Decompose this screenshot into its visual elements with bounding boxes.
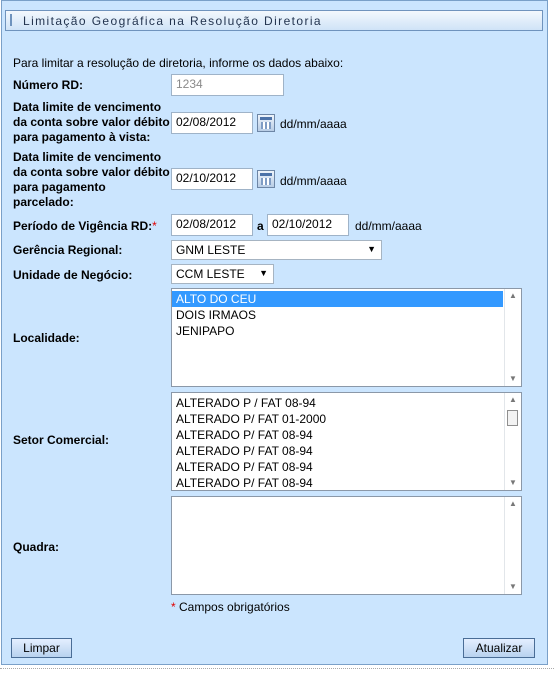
chevron-down-icon: ▼ xyxy=(367,244,376,254)
chevron-down-icon: ▼ xyxy=(259,268,268,278)
scroll-up-icon[interactable]: ▲ xyxy=(505,289,521,303)
scroll-up-icon[interactable]: ▲ xyxy=(505,393,521,407)
bottom-divider xyxy=(0,668,554,669)
atualizar-button[interactable]: Atualizar xyxy=(463,638,535,658)
unidade-label: Unidade de Negócio: xyxy=(13,268,133,282)
data-parcelado-format: dd/mm/aaaa xyxy=(280,174,347,188)
title-bar: Limitação Geográfica na Resolução Direto… xyxy=(5,10,543,31)
list-item[interactable]: ALTERADO P/ FAT 08-94 xyxy=(172,475,521,490)
data-vista-label-line: da conta sobre valor débito xyxy=(13,115,170,129)
list-item[interactable]: JENIPAPO xyxy=(172,323,521,339)
required-note: * Campos obrigatórios xyxy=(171,600,290,614)
list-item[interactable]: ALTO DO CEU xyxy=(172,291,503,307)
data-parcelado-label-line: Data limite de vencimento xyxy=(13,150,162,164)
gerencia-select[interactable]: GNM LESTE ▼ xyxy=(171,240,382,260)
calendar-icon[interactable] xyxy=(257,114,275,132)
list-item[interactable]: ALTERADO P/ FAT 08-94 xyxy=(172,459,521,475)
localidade-label: Localidade: xyxy=(13,331,80,345)
required-mark: * xyxy=(171,600,176,614)
data-parcelado-input[interactable]: 02/10/2012 xyxy=(171,168,253,190)
list-item[interactable]: ALTERADO P/ FAT 08-94 xyxy=(172,443,521,459)
data-vista-label-line: para pagamento à vista: xyxy=(13,130,151,144)
numero-rd-input[interactable]: 1234 xyxy=(171,74,284,96)
page-title: Limitação Geográfica na Resolução Direto… xyxy=(23,14,322,28)
data-vista-label: Data limite de vencimento da conta sobre… xyxy=(13,100,170,145)
gerencia-label: Gerência Regional: xyxy=(13,243,123,257)
localidade-scrollbar[interactable]: ▲ ▼ xyxy=(504,289,521,386)
scroll-down-icon[interactable]: ▼ xyxy=(505,476,521,490)
quadra-scrollbar[interactable]: ▲ ▼ xyxy=(504,497,521,594)
scroll-down-icon[interactable]: ▼ xyxy=(505,580,521,594)
quadra-listbox[interactable]: ▲ ▼ xyxy=(171,496,522,595)
list-item[interactable]: ALTERADO P/ FAT 08-94 xyxy=(172,427,521,443)
data-parcelado-label-line: da conta sobre valor débito xyxy=(13,165,170,179)
data-vista-label-line: Data limite de vencimento xyxy=(13,100,162,114)
list-item[interactable]: ALTERADO P / FAT 08-94 xyxy=(172,395,521,411)
list-item[interactable]: ALTERADO P/ FAT 01-2000 xyxy=(172,411,521,427)
data-parcelado-label: Data limite de vencimento da conta sobre… xyxy=(13,150,170,210)
data-parcelado-label-line: parcelado: xyxy=(13,195,74,209)
unidade-selected-value: CCM LESTE xyxy=(176,267,245,281)
title-corner-mark xyxy=(10,14,16,26)
localidade-listbox[interactable]: ALTO DO CEU DOIS IRMAOS JENIPAPO ▲ ▼ xyxy=(171,288,522,387)
scroll-down-icon[interactable]: ▼ xyxy=(505,372,521,386)
periodo-end-input[interactable]: 02/10/2012 xyxy=(267,214,349,236)
periodo-separator: a xyxy=(257,219,264,233)
data-vista-format: dd/mm/aaaa xyxy=(280,117,347,131)
periodo-start-input[interactable]: 02/08/2012 xyxy=(171,214,253,236)
periodo-label-text: Período de Vigência RD: xyxy=(13,219,153,233)
limpar-button[interactable]: Limpar xyxy=(11,638,72,658)
data-vista-input[interactable]: 02/08/2012 xyxy=(171,112,253,134)
periodo-format: dd/mm/aaaa xyxy=(355,219,422,233)
calendar-icon[interactable] xyxy=(257,170,275,188)
gerencia-selected-value: GNM LESTE xyxy=(176,243,246,257)
scroll-up-icon[interactable]: ▲ xyxy=(505,497,521,511)
data-parcelado-label-line: para pagamento xyxy=(13,180,106,194)
unidade-select[interactable]: CCM LESTE ▼ xyxy=(171,264,274,284)
numero-rd-label: Número RD: xyxy=(13,78,84,92)
scroll-thumb[interactable] xyxy=(507,410,518,426)
setor-listbox[interactable]: ALTERADO P / FAT 08-94 ALTERADO P/ FAT 0… xyxy=(171,392,522,491)
required-mark: * xyxy=(152,219,157,233)
list-item[interactable]: DOIS IRMAOS xyxy=(172,307,521,323)
intro-text: Para limitar a resolução de diretoria, i… xyxy=(13,56,344,70)
periodo-label: Período de Vigência RD:* xyxy=(13,219,157,234)
required-note-text: Campos obrigatórios xyxy=(179,600,290,614)
quadra-label: Quadra: xyxy=(13,540,60,554)
setor-label: Setor Comercial: xyxy=(13,433,110,447)
setor-scrollbar[interactable]: ▲ ▼ xyxy=(504,393,521,490)
